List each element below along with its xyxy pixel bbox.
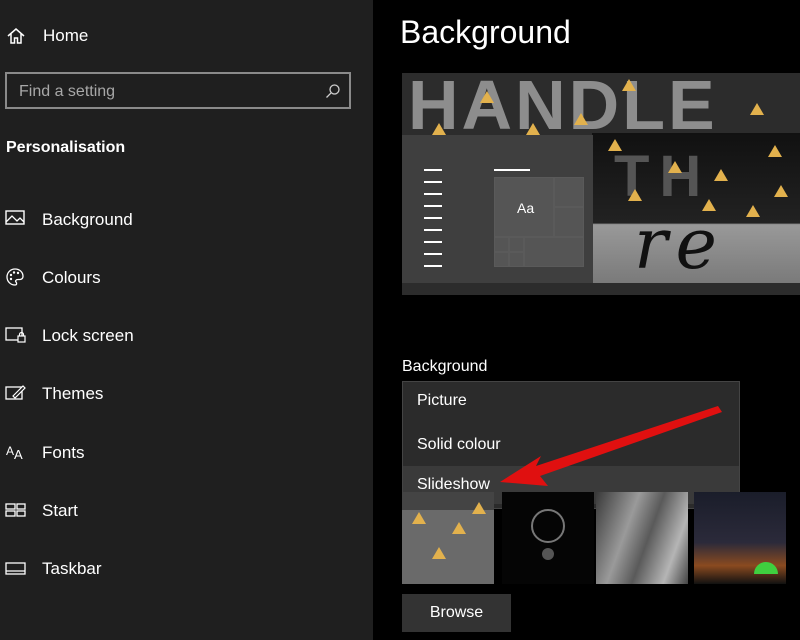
fonts-icon: A A [6, 444, 23, 462]
wallpaper-pizza-icon [750, 103, 764, 115]
wallpaper-pizza-icon [768, 145, 782, 157]
recent-image-thumbnail[interactable] [402, 492, 494, 584]
dropdown-option-picture[interactable]: Picture [403, 382, 739, 420]
sidebar-item-start[interactable]: Start [0, 490, 373, 530]
wallpaper-pizza-icon [622, 79, 636, 91]
wallpaper-pizza-icon [628, 189, 642, 201]
home-icon [7, 28, 25, 44]
taskbar-icon [5, 562, 26, 575]
svg-text:A: A [14, 447, 23, 462]
browse-button[interactable]: Browse [402, 594, 511, 632]
recent-image-thumbnail[interactable] [502, 492, 594, 584]
wallpaper-pizza-icon [774, 185, 788, 197]
sidebar-item-taskbar[interactable]: Taskbar [0, 548, 373, 588]
background-type-dropdown[interactable]: Picture Solid colour Slideshow [402, 381, 740, 509]
wallpaper-pizza-icon [746, 205, 760, 217]
search-box[interactable] [5, 72, 351, 109]
tile-large: Aa [494, 177, 554, 237]
wallpaper-pizza-icon [702, 199, 716, 211]
tile-mini [494, 252, 509, 267]
lock-screen-icon [5, 327, 26, 343]
wallpaper-pizza-icon [432, 123, 446, 135]
image-icon [5, 210, 25, 225]
wallpaper-pizza-icon [480, 91, 494, 103]
wallpaper-text-line3: re [634, 203, 725, 285]
recent-image-thumbnail[interactable] [596, 492, 688, 584]
start-menu-list [424, 169, 444, 277]
sample-text: Aa [517, 200, 535, 216]
wallpaper-text-line1: HANDLE [408, 73, 718, 144]
section-title: Personalisation [6, 139, 126, 156]
background-label: Background [402, 358, 488, 375]
wallpaper-pizza-icon [574, 113, 588, 125]
dropdown-option-label: Solid colour [417, 436, 501, 453]
sidebar-item-label: Lock screen [42, 326, 134, 345]
desktop-preview: HANDLE TH re Aa [402, 73, 800, 295]
tile-small [554, 207, 584, 237]
recent-image-thumbnail[interactable] [694, 492, 786, 584]
sidebar-item-lock-screen[interactable]: Lock screen [0, 315, 373, 355]
tile-mini [494, 237, 509, 252]
wallpaper-pizza-icon [526, 123, 540, 135]
start-menu-mockup: Aa [402, 135, 593, 283]
tile-small [554, 177, 584, 207]
sidebar-item-label: Taskbar [42, 559, 102, 578]
home-nav-item[interactable]: Home [0, 18, 373, 52]
wallpaper-pizza-icon [608, 139, 622, 151]
search-input[interactable] [17, 80, 311, 104]
svg-text:A: A [6, 444, 14, 458]
wallpaper-pizza-icon [668, 161, 682, 173]
dropdown-option-label: Picture [417, 392, 467, 409]
sidebar-item-label: Themes [42, 384, 104, 403]
tile-grid: Aa [494, 177, 586, 275]
sidebar-item-fonts[interactable]: A A Fonts [0, 432, 373, 472]
dropdown-option-solid-colour[interactable]: Solid colour [403, 426, 739, 464]
themes-icon [5, 385, 26, 400]
tile-mini [509, 252, 524, 267]
home-label: Home [43, 26, 89, 45]
sidebar: Home Personalisation Background Colours … [0, 0, 373, 640]
palette-icon [6, 268, 24, 286]
tile-mini [509, 237, 524, 252]
sidebar-item-label: Colours [42, 268, 101, 287]
sidebar-item-label: Start [42, 501, 78, 520]
wallpaper-pizza-icon [714, 169, 728, 181]
sidebar-item-background[interactable]: Background [0, 199, 373, 239]
search-icon[interactable] [325, 83, 341, 99]
sidebar-item-colours[interactable]: Colours [0, 257, 373, 297]
start-icon [5, 503, 26, 517]
sidebar-item-label: Fonts [42, 443, 85, 462]
sidebar-item-label: Background [42, 210, 133, 229]
page-title: Background [400, 14, 571, 50]
tile-header-line [494, 169, 530, 171]
sidebar-item-themes[interactable]: Themes [0, 373, 373, 413]
tile-wide [524, 237, 584, 267]
